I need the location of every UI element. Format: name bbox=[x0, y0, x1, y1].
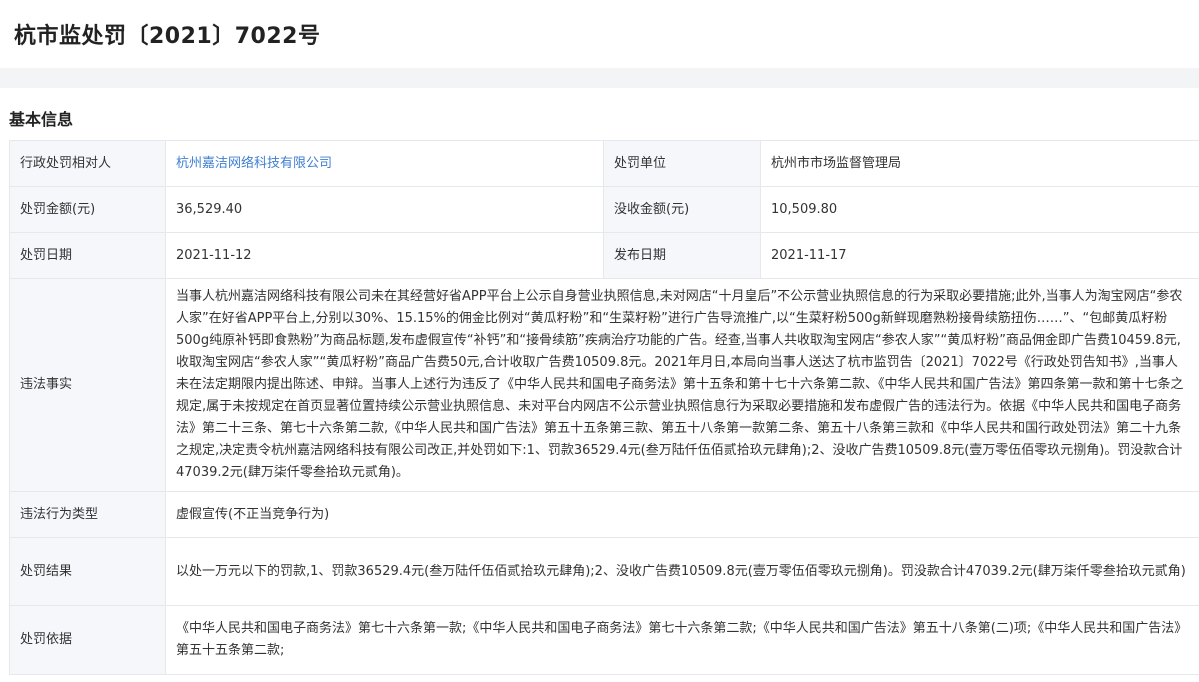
date-value: 2021-11-12 bbox=[165, 232, 604, 279]
date-label: 处罚日期 bbox=[9, 232, 166, 279]
basic-info-table: 行政处罚相对人 杭州嘉洁网络科技有限公司 处罚单位 杭州市市场监督管理局 处罚金… bbox=[9, 140, 1199, 675]
party-label: 行政处罚相对人 bbox=[9, 140, 166, 187]
type-value: 虚假宣传(不正当竞争行为) bbox=[165, 491, 1199, 538]
type-label: 违法行为类型 bbox=[9, 491, 166, 538]
amount-value: 36,529.40 bbox=[165, 186, 604, 233]
table-row: 行政处罚相对人 杭州嘉洁网络科技有限公司 处罚单位 杭州市市场监督管理局 bbox=[9, 140, 1199, 187]
unit-value: 杭州市市场监督管理局 bbox=[760, 140, 1199, 187]
section-title: 基本信息 bbox=[9, 110, 74, 129]
facts-value: 当事人杭州嘉洁网络科技有限公司未在其经营好省APP平台上公示自身营业执照信息,未… bbox=[165, 278, 1199, 492]
publish-label: 发布日期 bbox=[603, 232, 761, 279]
result-value: 以处一万元以下的罚款,1、罚款36529.4元(叁万陆仟伍佰贰拾玖元肆角);2、… bbox=[165, 537, 1199, 606]
table-row: 违法行为类型 虚假宣传(不正当竞争行为) bbox=[9, 491, 1199, 538]
confiscate-value: 10,509.80 bbox=[760, 186, 1199, 233]
basis-label: 处罚依据 bbox=[9, 605, 166, 675]
table-row: 处罚依据 《中华人民共和国电子商务法》第七十六条第一款;《中华人民共和国电子商务… bbox=[9, 605, 1199, 675]
party-value-cell: 杭州嘉洁网络科技有限公司 bbox=[165, 140, 604, 187]
publish-value: 2021-11-17 bbox=[760, 232, 1199, 279]
table-row: 处罚日期 2021-11-12 发布日期 2021-11-17 bbox=[9, 232, 1199, 279]
amount-label: 处罚金额(元) bbox=[9, 186, 166, 233]
table-row: 处罚金额(元) 36,529.40 没收金额(元) 10,509.80 bbox=[9, 186, 1199, 233]
party-link[interactable]: 杭州嘉洁网络科技有限公司 bbox=[176, 156, 332, 171]
confiscate-label: 没收金额(元) bbox=[603, 186, 761, 233]
page-header: 杭市监处罚〔2021〕7022号 bbox=[0, 0, 1199, 68]
result-label: 处罚结果 bbox=[9, 537, 166, 606]
basis-value: 《中华人民共和国电子商务法》第七十六条第一款;《中华人民共和国电子商务法》第七十… bbox=[165, 605, 1199, 675]
table-row: 违法事实 当事人杭州嘉洁网络科技有限公司未在其经营好省APP平台上公示自身营业执… bbox=[9, 278, 1199, 492]
facts-label: 违法事实 bbox=[9, 278, 166, 492]
table-row: 处罚结果 以处一万元以下的罚款,1、罚款36529.4元(叁万陆仟伍佰贰拾玖元肆… bbox=[9, 537, 1199, 606]
page-title: 杭市监处罚〔2021〕7022号 bbox=[14, 24, 321, 49]
unit-label: 处罚单位 bbox=[603, 140, 761, 187]
header-divider bbox=[0, 68, 1199, 88]
